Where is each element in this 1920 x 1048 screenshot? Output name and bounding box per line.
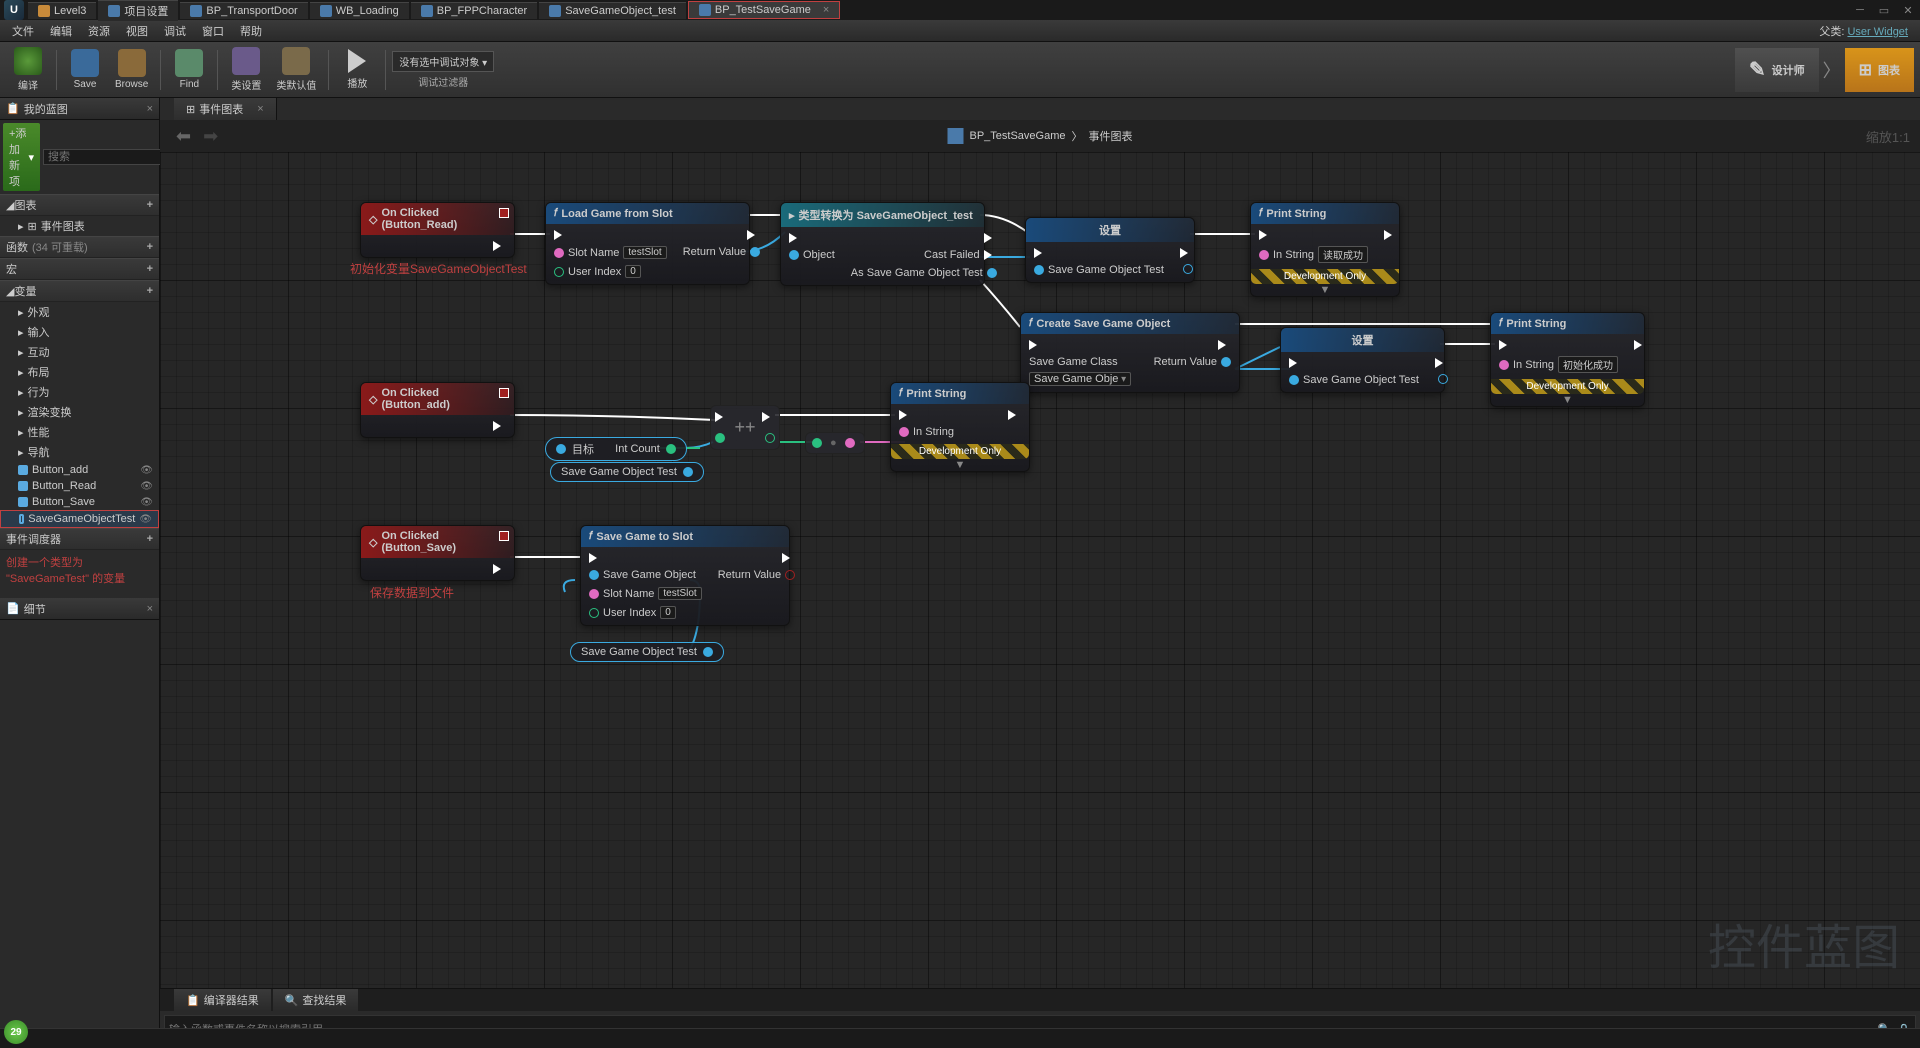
var-group-input[interactable]: ▸输入 [0, 322, 159, 342]
tab-level3[interactable]: Level3 [28, 2, 96, 19]
var-button-read[interactable]: Button_Read👁 [0, 478, 159, 494]
var-savegame-object-test[interactable]: SaveGameObjectTest👁 [0, 510, 159, 528]
node-cast[interactable]: ▸类型转换为 SaveGameObject_test Object Cast F… [780, 202, 985, 286]
event-graph-item[interactable]: ▸⊞事件图表 [0, 216, 159, 236]
category-dispatchers[interactable]: 事件调度器+ [0, 528, 159, 550]
details-panel [0, 620, 159, 1048]
window-min-icon[interactable]: ─ [1848, 1, 1872, 19]
tab-test-savegame[interactable]: BP_TestSaveGame× [688, 1, 840, 19]
node-on-clicked-add[interactable]: ◇On Clicked (Button_add) [360, 382, 515, 438]
node-save-game[interactable]: 𝑓Save Game to Slot Save Game Object Slot… [580, 525, 790, 626]
browse-button[interactable]: Browse [109, 45, 154, 95]
tab-savegame-object[interactable]: SaveGameObject_test [539, 2, 686, 19]
node-load-game[interactable]: 𝑓Load Game from Slot Slot NametestSlot U… [545, 202, 750, 285]
ue-logo-icon: U [4, 0, 24, 20]
node-var-sgot-2[interactable]: Save Game Object Test [570, 642, 724, 662]
category-functions[interactable]: 函数(34 可重载)+ [0, 236, 159, 258]
toolbar: 编译 Save Browse Find 类设置 类默认值 播放 没有选中调试对象… [0, 42, 1920, 98]
menu-window[interactable]: 窗口 [194, 21, 232, 41]
tab-transport-door[interactable]: BP_TransportDoor [180, 2, 307, 19]
notification-badge[interactable]: 29 [4, 1020, 28, 1044]
node-conv[interactable]: ● [805, 432, 865, 454]
debug-filter-label: 调试过滤器 [392, 74, 494, 89]
play-button[interactable]: 播放 [335, 45, 379, 95]
menu-edit[interactable]: 编辑 [42, 21, 80, 41]
node-print-2[interactable]: 𝑓Print String In String初始化成功 Development… [1490, 312, 1645, 407]
node-print-1[interactable]: 𝑓Print String In String读取成功 Development … [1250, 202, 1400, 297]
var-group-behavior[interactable]: ▸行为 [0, 382, 159, 402]
node-var-sgot-1[interactable]: Save Game Object Test [550, 462, 704, 482]
nav-back-icon[interactable]: ⬅ [170, 126, 197, 147]
breadcrumb[interactable]: BP_TestSaveGame〉事件图表 [948, 128, 1133, 144]
graph-canvas[interactable]: 创建一个继承自SaveGameObject的蓝图 [160, 152, 1920, 988]
debug-object-select[interactable]: 没有选中调试对象 ▾ [392, 51, 494, 72]
mode-arrow-icon: 〉 [1819, 57, 1845, 83]
find-button[interactable]: Find [167, 45, 211, 95]
find-results-tab[interactable]: 🔍查找结果 [273, 989, 359, 1011]
menu-view[interactable]: 视图 [118, 21, 156, 41]
nav-forward-icon[interactable]: ➡ [197, 126, 224, 147]
red-annotation-init: 初始化变量SaveGameObjectTest [350, 260, 527, 277]
parent-class-label: 父类: User Widget [1819, 23, 1916, 39]
window-max-icon[interactable]: ▭ [1872, 1, 1896, 19]
menu-file[interactable]: 文件 [4, 21, 42, 41]
watermark: 控件蓝图 [1708, 908, 1900, 978]
var-button-add[interactable]: Button_add👁 [0, 462, 159, 478]
category-macros[interactable]: 宏+ [0, 258, 159, 280]
zoom-label: 缩放1:1 [1866, 127, 1910, 146]
tab-wb-loading[interactable]: WB_Loading [310, 2, 409, 19]
node-target-intcount[interactable]: 目标 Int Count [545, 437, 687, 461]
window-close-icon[interactable]: ✕ [1896, 1, 1920, 19]
my-blueprint-tab[interactable]: 📋我的蓝图× [0, 98, 159, 120]
red-annotation-save: 保存数据到文件 [370, 584, 454, 601]
node-on-clicked-read[interactable]: ◇On Clicked (Button_Read) [360, 202, 515, 258]
menu-help[interactable]: 帮助 [232, 21, 270, 41]
var-group-layout[interactable]: ▸布局 [0, 362, 159, 382]
graph-mode-button[interactable]: ⊞图表 [1845, 48, 1914, 92]
add-new-button[interactable]: +添加新项▾ [3, 123, 40, 191]
red-annotation-1: 创建一个类型为 "SaveGameTest" 的变量 [0, 550, 159, 590]
details-tab[interactable]: 📄细节× [0, 598, 159, 620]
var-group-appearance[interactable]: ▸外观 [0, 302, 159, 322]
parent-class-link[interactable]: User Widget [1847, 26, 1908, 38]
node-set-2[interactable]: 设置 Save Game Object Test [1280, 327, 1445, 393]
category-variables[interactable]: ◢变量+ [0, 280, 159, 302]
save-button[interactable]: Save [63, 45, 107, 95]
var-group-render[interactable]: ▸渲染变换 [0, 402, 159, 422]
compile-button[interactable]: 编译 [6, 45, 50, 95]
menu-asset[interactable]: 资源 [80, 21, 118, 41]
category-graph[interactable]: ◢图表+ [0, 194, 159, 216]
var-button-save[interactable]: Button_Save👁 [0, 494, 159, 510]
node-increment[interactable]: ++ [710, 405, 780, 450]
menu-bar: 文件 编辑 资源 视图 调试 窗口 帮助 父类: User Widget [0, 20, 1920, 42]
class-settings-button[interactable]: 类设置 [224, 45, 268, 95]
title-bar: U Level3 项目设置 BP_TransportDoor WB_Loadin… [0, 0, 1920, 20]
node-on-clicked-save[interactable]: ◇On Clicked (Button_Save) [360, 525, 515, 581]
designer-mode-button[interactable]: ✎设计师 [1735, 48, 1819, 92]
node-print-3[interactable]: 𝑓Print String In String Development Only… [890, 382, 1030, 472]
var-group-navigation[interactable]: ▸导航 [0, 442, 159, 462]
var-group-performance[interactable]: ▸性能 [0, 422, 159, 442]
tab-project-settings[interactable]: 项目设置 [98, 0, 178, 21]
event-graph-tab[interactable]: ⊞事件图表× [174, 98, 277, 120]
var-group-interaction[interactable]: ▸互动 [0, 342, 159, 362]
node-set-1[interactable]: 设置 Save Game Object Test [1025, 217, 1195, 283]
menu-debug[interactable]: 调试 [156, 21, 194, 41]
status-bar [0, 1028, 1920, 1048]
class-defaults-button[interactable]: 类默认值 [270, 45, 322, 95]
compiler-results-tab[interactable]: 📋编译器结果 [174, 989, 271, 1011]
node-create-save[interactable]: 𝑓Create Save Game Object Save Game Class… [1020, 312, 1240, 393]
tab-fpp-character[interactable]: BP_FPPCharacter [411, 2, 537, 19]
